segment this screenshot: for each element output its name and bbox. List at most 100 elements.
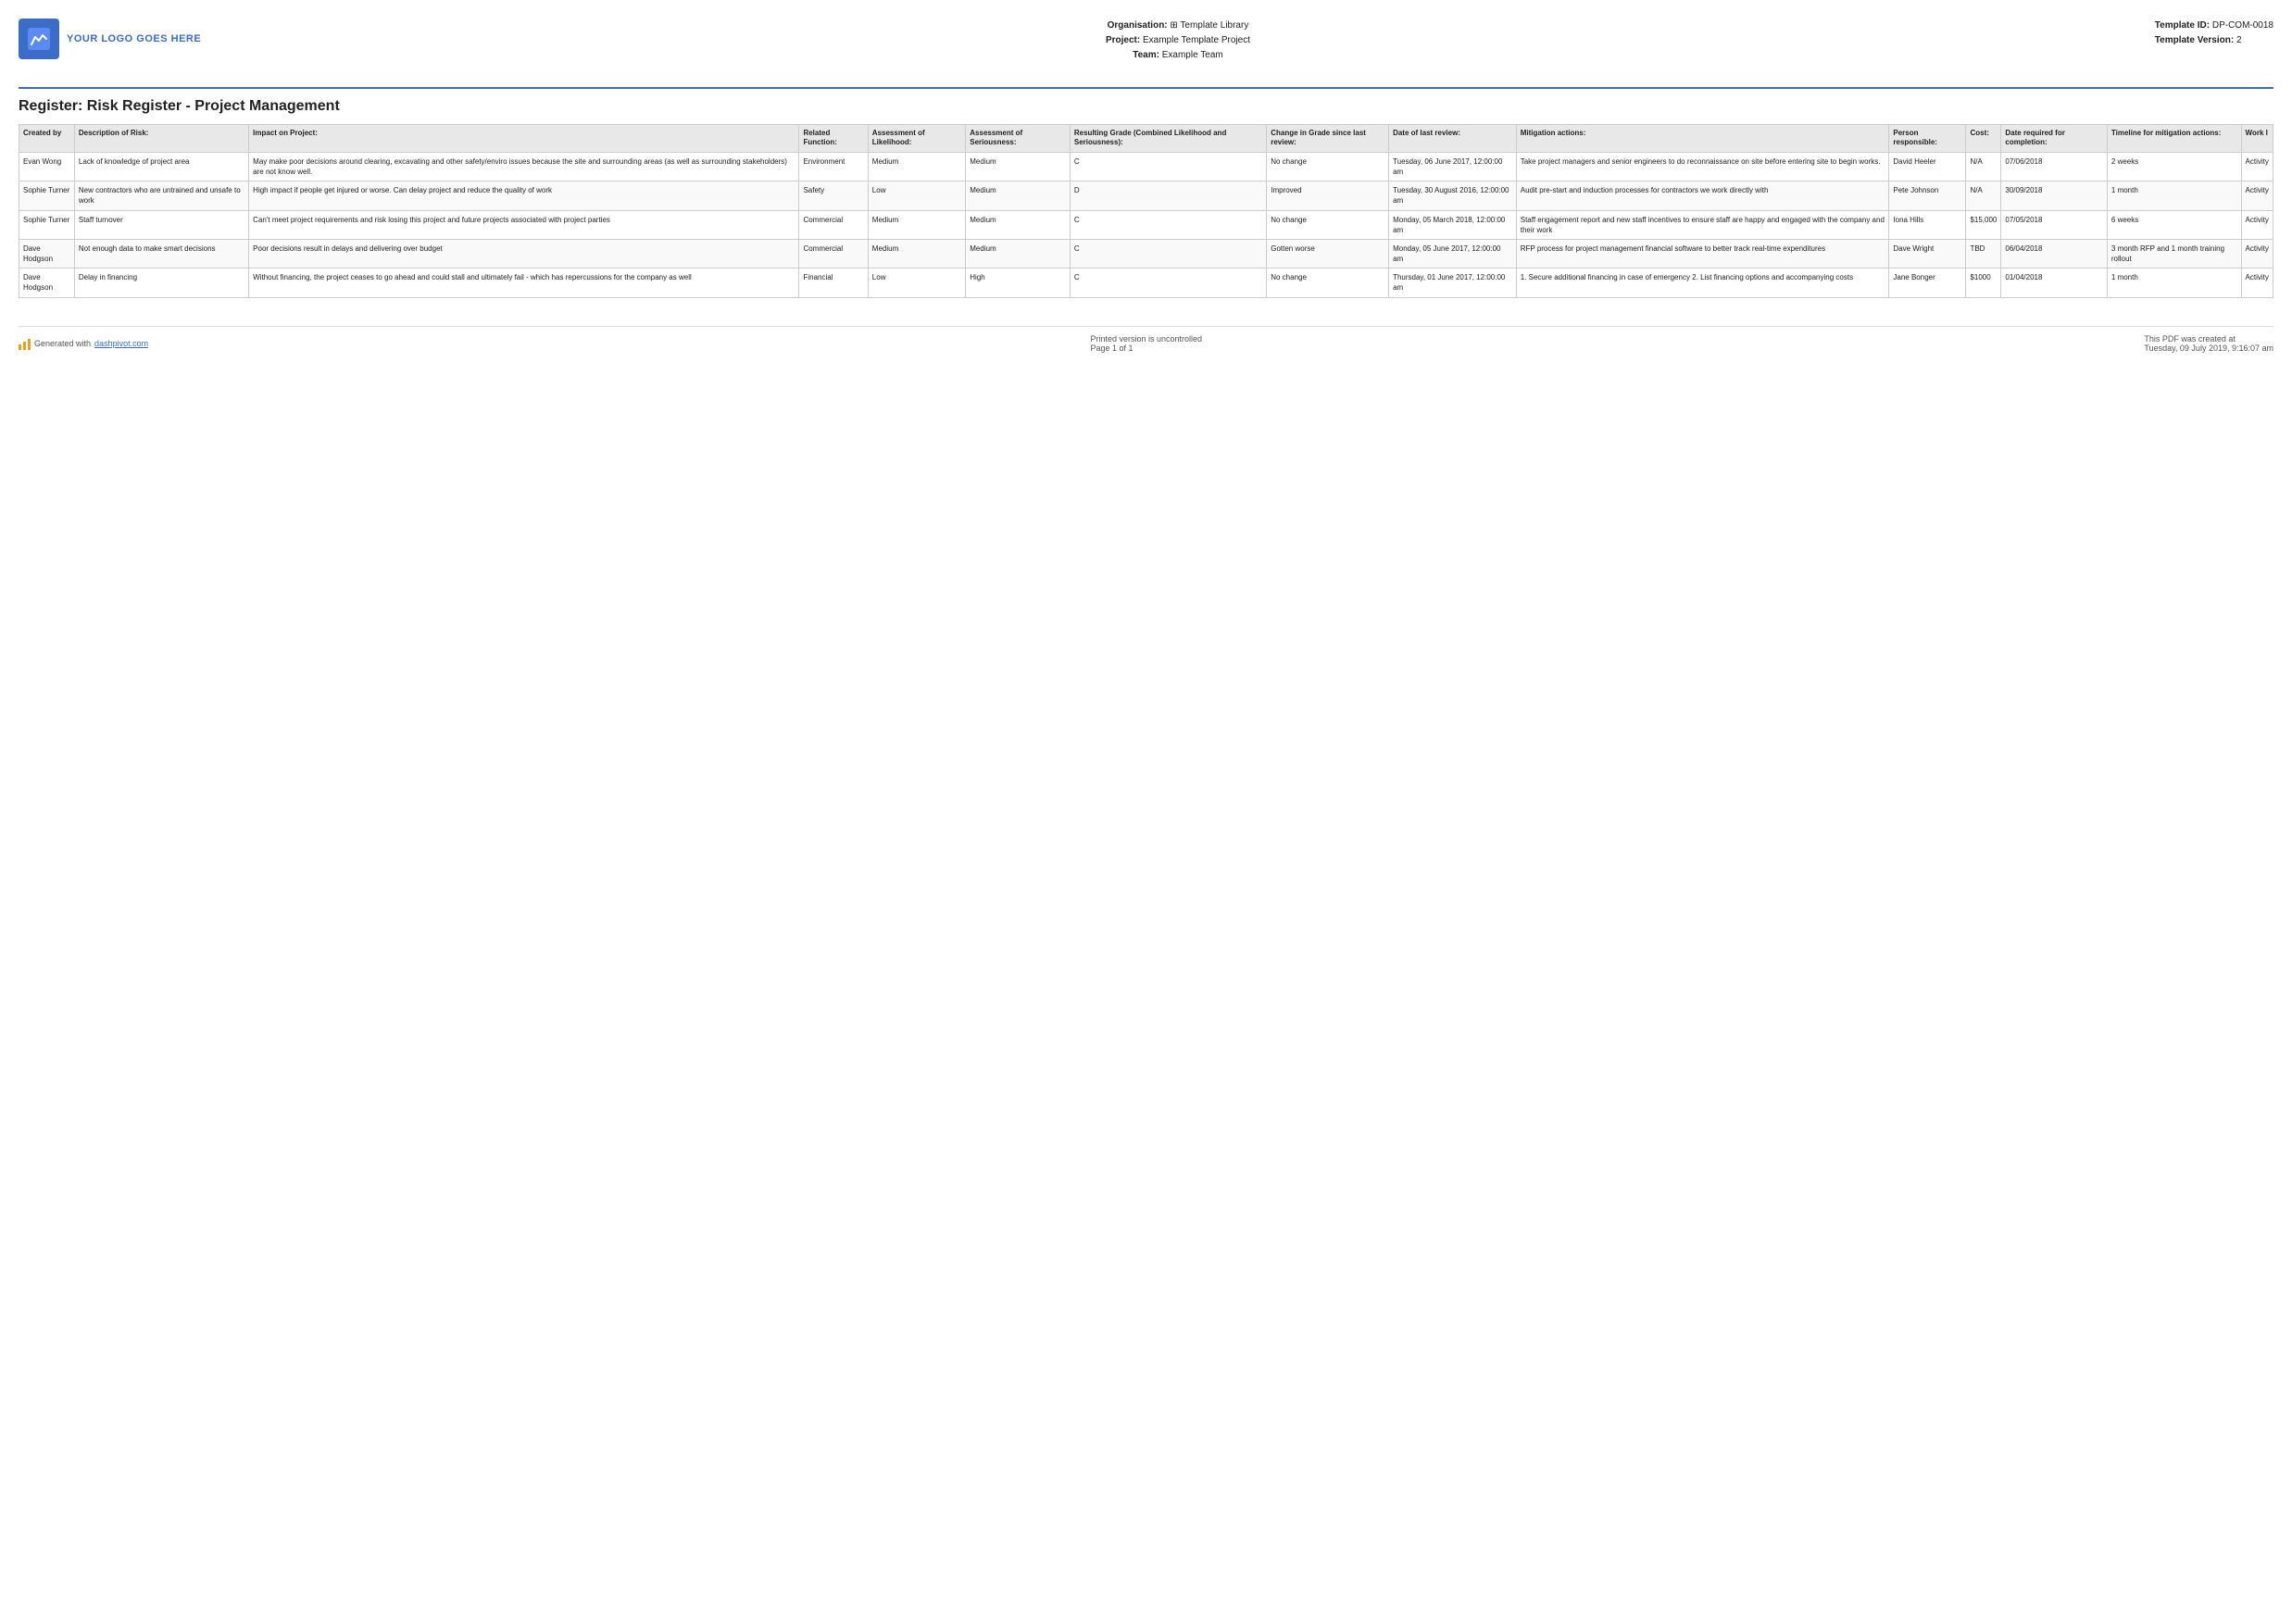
table-cell: Medium xyxy=(966,181,1071,210)
table-cell: 2 weeks xyxy=(2107,152,2241,181)
table-cell: C xyxy=(1070,210,1266,239)
template-id-label: Template ID: xyxy=(2155,20,2210,31)
col-description: Description of Risk: xyxy=(74,125,248,153)
table-cell: C xyxy=(1070,239,1266,268)
table-cell: 1. Secure additional financing in case o… xyxy=(1516,269,1889,297)
footer-page: Page 1 of 1 xyxy=(1090,344,1202,353)
col-date-review: Date of last review: xyxy=(1389,125,1517,153)
header-divider xyxy=(19,87,2273,89)
table-cell: 01/04/2018 xyxy=(2001,269,2108,297)
template-version-label: Template Version: xyxy=(2155,35,2234,45)
logo-box xyxy=(19,19,59,59)
table-cell: 06/04/2018 xyxy=(2001,239,2108,268)
table-cell: Staff engagement report and new staff in… xyxy=(1516,210,1889,239)
table-cell: Lack of knowledge of project area xyxy=(74,152,248,181)
table-cell: TBD xyxy=(1966,239,2001,268)
table-cell: Tuesday, 30 August 2016, 12:00:00 am xyxy=(1389,181,1517,210)
table-cell: Iona Hills xyxy=(1889,210,1966,239)
table-cell: Dave Wright xyxy=(1889,239,1966,268)
col-function: Related Function: xyxy=(799,125,868,153)
footer-center: Printed version is uncontrolled Page 1 o… xyxy=(1090,334,1202,353)
table-cell: N/A xyxy=(1966,181,2001,210)
col-change: Change in Grade since last review: xyxy=(1267,125,1389,153)
table-cell: Activity xyxy=(2241,152,2273,181)
team-value: Example Team xyxy=(1162,50,1223,60)
col-created-by: Created by xyxy=(19,125,75,153)
col-likelihood: Assessment of Likelihood: xyxy=(868,125,965,153)
table-cell: Gotten worse xyxy=(1267,239,1389,268)
table-cell: Safety xyxy=(799,181,868,210)
table-row: Evan WongLack of knowledge of project ar… xyxy=(19,152,2273,181)
table-cell: David Heeler xyxy=(1889,152,1966,181)
generated-text: Generated with xyxy=(34,339,91,348)
table-cell: Sophie Turner xyxy=(19,181,75,210)
project-label: Project: xyxy=(1106,35,1140,45)
table-cell: Staff turnover xyxy=(74,210,248,239)
table-cell: 30/09/2018 xyxy=(2001,181,2108,210)
table-cell: Dave Hodgson xyxy=(19,269,75,297)
table-cell: High impact if people get injured or wor… xyxy=(249,181,799,210)
org-label: Organisation: xyxy=(1108,20,1168,31)
logo-text: YOUR LOGO GOES HERE xyxy=(67,33,201,44)
project-value: Example Template Project xyxy=(1143,35,1250,45)
footer-uncontrolled: Printed version is uncontrolled xyxy=(1090,334,1202,344)
table-cell: Not enough data to make smart decisions xyxy=(74,239,248,268)
table-cell: Delay in financing xyxy=(74,269,248,297)
table-cell: Thursday, 01 June 2017, 12:00:00 am xyxy=(1389,269,1517,297)
page-title: Register: Risk Register - Project Manage… xyxy=(19,98,2273,115)
table-cell: Medium xyxy=(966,152,1071,181)
table-cell: D xyxy=(1070,181,1266,210)
table-cell: 07/05/2018 xyxy=(2001,210,2108,239)
table-cell: Jane Bonger xyxy=(1889,269,1966,297)
table-cell: Sophie Turner xyxy=(19,210,75,239)
team-label: Team: xyxy=(1133,50,1159,60)
col-mitigation: Mitigation actions: xyxy=(1516,125,1889,153)
table-cell: Environment xyxy=(799,152,868,181)
table-cell: Without financing, the project ceases to… xyxy=(249,269,799,297)
table-cell: Tuesday, 06 June 2017, 12:00:00 am xyxy=(1389,152,1517,181)
risk-register-table: Created by Description of Risk: Impact o… xyxy=(19,124,2273,298)
dashpivot-link[interactable]: dashpivot.com xyxy=(94,339,148,348)
table-cell: Medium xyxy=(868,152,965,181)
table-cell: Commercial xyxy=(799,239,868,268)
table-cell: $15,000 xyxy=(1966,210,2001,239)
table-cell: Improved xyxy=(1267,181,1389,210)
footer: Generated with dashpivot.com Printed ver… xyxy=(19,326,2273,353)
table-cell: 6 weeks xyxy=(2107,210,2241,239)
template-version-value: 2 xyxy=(2236,35,2242,45)
table-cell: New contractors who are untrained and un… xyxy=(74,181,248,210)
table-cell: Dave Hodgson xyxy=(19,239,75,268)
col-timeline: Timeline for mitigation actions: xyxy=(2107,125,2241,153)
table-cell: Medium xyxy=(966,239,1071,268)
table-cell: Low xyxy=(868,181,965,210)
table-cell: $1000 xyxy=(1966,269,2001,297)
table-cell: Commercial xyxy=(799,210,868,239)
table-cell: Medium xyxy=(868,210,965,239)
table-cell: Can't meet project requirements and risk… xyxy=(249,210,799,239)
table-row: Sophie TurnerStaff turnoverCan't meet pr… xyxy=(19,210,2273,239)
dashpivot-icon xyxy=(19,337,31,350)
table-cell: No change xyxy=(1267,210,1389,239)
header-center: Organisation: ⊞ Template Library Project… xyxy=(1106,19,1250,63)
header: YOUR LOGO GOES HERE Organisation: ⊞ Temp… xyxy=(19,19,2273,72)
table-cell: No change xyxy=(1267,152,1389,181)
table-cell: No change xyxy=(1267,269,1389,297)
table-cell: High xyxy=(966,269,1071,297)
table-cell: Medium xyxy=(966,210,1071,239)
table-cell: Activity xyxy=(2241,181,2273,210)
table-cell: C xyxy=(1070,152,1266,181)
org-value: ⊞ Template Library xyxy=(1170,20,1248,31)
col-person: Person responsible: xyxy=(1889,125,1966,153)
table-cell: May make poor decisions around clearing,… xyxy=(249,152,799,181)
footer-right: This PDF was created at Tuesday, 09 July… xyxy=(2144,334,2273,353)
template-id-value: DP-COM-0018 xyxy=(2212,20,2273,31)
footer-left: Generated with dashpivot.com xyxy=(19,337,148,350)
table-cell: Monday, 05 March 2018, 12:00:00 am xyxy=(1389,210,1517,239)
table-cell: Activity xyxy=(2241,210,2273,239)
table-cell: Pete Johnson xyxy=(1889,181,1966,210)
col-grade: Resulting Grade (Combined Likelihood and… xyxy=(1070,125,1266,153)
table-cell: Evan Wong xyxy=(19,152,75,181)
table-cell: Take project managers and senior enginee… xyxy=(1516,152,1889,181)
table-cell: RFP process for project management finan… xyxy=(1516,239,1889,268)
col-impact: Impact on Project: xyxy=(249,125,799,153)
